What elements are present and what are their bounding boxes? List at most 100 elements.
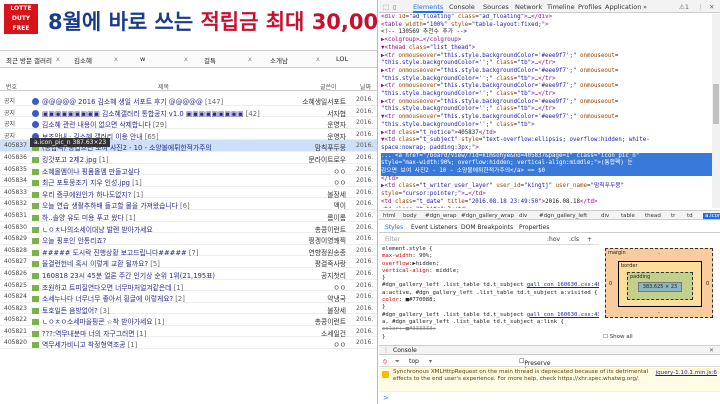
dom-node-selected[interactable]: style="max-width:90%; overflow:hidden; v…	[381, 160, 712, 169]
style-rule-line[interactable]: max-width: 90%;	[382, 253, 599, 260]
style-rule-line[interactable]: vertical-align: middle;	[382, 268, 599, 275]
style-rule-line[interactable]: }	[382, 334, 599, 341]
post-subject-link[interactable]: 김소혜 관련 내용이 없으면 삭제합니다 [29]	[32, 119, 282, 129]
post-writer[interactable]: 서자협	[288, 108, 346, 118]
breadcrumb-item[interactable]: div	[601, 213, 609, 219]
more-tabs-icon[interactable]: »	[643, 3, 647, 11]
dom-tree[interactable]: <div id="ad_floating" class="ad_floating…	[379, 14, 712, 208]
style-rule-line[interactable]: a, #dgn_gallery_left .list_table td.t_su…	[382, 319, 599, 326]
recent-item-5[interactable]: LOL	[336, 55, 348, 63]
add-rule-icon[interactable]: +	[587, 236, 592, 243]
post-writer[interactable]: 총콩이런트	[288, 316, 346, 326]
breadcrumb-item[interactable]: a.icon_pic_n	[703, 213, 720, 219]
styles-filter-input[interactable]: Filter	[385, 236, 400, 243]
table-row[interactable]: 405831 하..솔양 유도 미용 푸고 왔다 [1] 롬이롬 2016.	[0, 210, 377, 222]
post-subject-link[interactable]: 소세누나다 너무너무 좋아서 횡글에 이렇게요? [2]	[32, 293, 282, 303]
show-all-checkbox[interactable]: ☐ Show all	[603, 334, 633, 340]
dom-node-line[interactable]: "this.style.backgroundColor='';" class="…	[381, 91, 712, 99]
dom-node-line[interactable]: space:nowrap; padding:3px;">	[381, 145, 712, 153]
breadcrumb-item[interactable]: body	[403, 213, 417, 219]
breadcrumb-item[interactable]: div	[519, 213, 527, 219]
breadcrumb-item[interactable]: table	[621, 213, 635, 219]
recent-item-1[interactable]: 김소혜	[74, 55, 92, 65]
post-subject-link[interactable]: 조원하고 트피질연다오면 너무마처얼겨같은데 [1]	[32, 282, 282, 292]
table-row[interactable]: 405834 최근 포토뭉조기 지우 인성.jpg [1] ㅇㅇ 2016.	[0, 175, 377, 187]
close-icon[interactable]: x	[248, 55, 252, 63]
preserve-log-checkbox[interactable]: ☐ Preserve log	[519, 358, 550, 374]
table-row[interactable]: 405822 ㄴㅇㅊㅇ소세마을핑콘 ☆착 받아가세요 [1] 총콩이런트 2016.	[0, 314, 377, 326]
clear-console-icon[interactable]: ⦸	[383, 358, 387, 366]
post-writer[interactable]: ㅇㅇ	[288, 177, 346, 187]
styles-filter[interactable]: Filter :hov .cls +	[379, 234, 599, 245]
dom-node-line[interactable]: style="cursor:pointer;">…</td>	[381, 191, 712, 199]
style-rule-line[interactable]: overflow:▶hidden;	[382, 261, 599, 268]
table-row[interactable]: 공지 @@@@@ 2016 김소혜 생일 서포트 후기 @@@@@ [147] 소혜…	[0, 94, 377, 106]
dom-node-line[interactable]: <div id="ad_floating" class="ad_floating…	[381, 14, 712, 22]
ad-banner[interactable]: LOTTE DUTY FREE 8월에 바로 쓰는 적립금 최대 30,000원	[0, 0, 377, 48]
hov-toggle[interactable]: :hov	[547, 236, 560, 243]
tab-styles[interactable]: Styles	[385, 224, 403, 231]
warning-count-icon[interactable]: ⚠1	[679, 3, 689, 11]
tab-network[interactable]: Network	[515, 3, 542, 11]
recent-item-3[interactable]: 걸톡	[204, 55, 216, 65]
table-row[interactable]: 405827 울결런헌네 혹시 이렇게 교환 될까요? [5] 평결죽사랑 2016.	[0, 256, 377, 268]
dom-node-line[interactable]: ▶<td class="t_writer user_layer" user_id…	[381, 183, 712, 191]
table-row[interactable]: 405828 ##### 도시락 진행상황 보고드립니다##### [7] 연향정원…	[0, 245, 377, 257]
dom-node-line[interactable]: <!-- 130569 추천수 추가 -->	[381, 29, 712, 37]
recent-item-4[interactable]: 소개남	[270, 55, 288, 65]
post-subject-link[interactable]: 오늘 핑포인 안통리죠?	[32, 235, 282, 245]
style-rule-line[interactable]: color: ■#333333;	[382, 326, 599, 333]
table-row[interactable]: 405833 우리 증쿠에원인가 하나도없지? [1] 볼장세 2016.	[0, 187, 377, 199]
device-icon[interactable]: ▯	[393, 3, 397, 11]
style-rule-line[interactable]: color: ■#770088;	[382, 297, 599, 304]
close-icon[interactable]: x	[316, 55, 320, 63]
table-row[interactable]: 공지 ▣▣▣▣▣▣▣▣▣ 김소혜갤러리 통합공지 v1.0 ▣▣▣▣▣▣▣▣▣ […	[0, 106, 377, 118]
tab-dom-breakpoints[interactable]: DOM Breakpoints	[461, 224, 513, 231]
post-subject-link[interactable]: 역무세가비니고 착정형역조공 [1]	[32, 339, 282, 349]
post-writer[interactable]: 약냉국	[288, 293, 346, 303]
post-writer[interactable]: 볼장세	[288, 189, 346, 199]
post-writer[interactable]: 찡겡이영쾌찍	[288, 235, 346, 245]
cls-toggle[interactable]: .cls	[569, 236, 579, 243]
post-subject-link[interactable]: ???:역무내분마 너의 자구그러면 [1]	[32, 328, 282, 338]
tab-timeline[interactable]: Timeline	[547, 3, 575, 11]
dom-node-line[interactable]: ▶<td class="t_notice">405837</td>	[381, 130, 712, 138]
scrollbar-thumb[interactable]	[713, 84, 719, 124]
dom-node-line[interactable]: ▼<thead class="list_thead">	[381, 45, 712, 53]
post-subject-link[interactable]: 우리 증쿠에원인가 하나도없지? [1]	[32, 189, 282, 199]
breadcrumb-item[interactable]: thead	[645, 213, 661, 219]
style-rule-line[interactable]: }	[382, 275, 599, 282]
close-icon[interactable]: ✕	[709, 3, 714, 11]
styles-pane[interactable]: element.style { max-width: 90%; overflow…	[379, 246, 599, 341]
inspect-icon[interactable]: ⬚	[383, 3, 389, 11]
dom-scrollbar[interactable]	[712, 14, 720, 208]
table-row[interactable]: 405823 토호일든 음방없어? [3] 볼장세 2016.	[0, 303, 377, 315]
table-row[interactable]: 405825 조원하고 트피질연다오면 너무마처얼겨같은데 [1] ㅇㅇ 2016.	[0, 280, 377, 292]
style-rule-line[interactable]: }	[382, 304, 599, 311]
post-writer[interactable]: ㅇㅇ	[288, 282, 346, 292]
close-icon[interactable]: ✕	[709, 347, 714, 354]
tab-console-drawer[interactable]: Console	[393, 347, 417, 354]
filter-icon[interactable]: ⏷	[395, 358, 400, 366]
post-writer[interactable]: 볼장세	[288, 305, 346, 315]
dom-node-selected[interactable]: 감으면 보여 사진2 - 10 - 소양볼에튀한적가주의</a> == $0	[381, 168, 712, 176]
post-writer[interactable]: 문라이트로우	[288, 154, 346, 164]
post-writer[interactable]: ㅇㅇ	[288, 166, 346, 176]
dom-node-line[interactable]: "this.style.backgroundColor='';" class="…	[381, 122, 712, 130]
breadcrumb-item[interactable]: #dgn_wrap	[425, 213, 456, 219]
close-icon[interactable]: x	[114, 55, 118, 63]
post-writer[interactable]: ㅇㅇ	[288, 339, 346, 349]
post-subject-link[interactable]: ㄴㅇㅊ나의소세이대냥 발렌 받아가세요	[32, 224, 282, 234]
post-writer[interactable]: 맥이	[288, 200, 346, 210]
tab-properties[interactable]: Properties	[519, 224, 549, 231]
post-writer[interactable]: 평결죽사랑	[288, 258, 346, 268]
post-writer[interactable]: 운영자	[288, 131, 346, 141]
post-writer[interactable]: 소혜생일서포트	[288, 96, 346, 106]
table-row[interactable]: 405821 ???:역무내분마 너의 자구그러면 [1] 소세일건 2016.	[0, 326, 377, 338]
post-subject-link[interactable]: 최근 포토뭉조기 지우 인성.jpg [1]	[32, 177, 282, 187]
table-row[interactable]: 공지 김소혜 관련 내용이 없으면 삭제합니다 [29] 운영자 2016.	[0, 117, 377, 129]
post-writer[interactable]: 맘칙푸두뭉	[288, 142, 346, 152]
style-rule-line[interactable]: #dgn_gallery_left .list_table td.t_subje…	[382, 282, 599, 289]
dom-node-line[interactable]: "this.style.backgroundColor='';" class="…	[381, 106, 712, 114]
post-subject-link[interactable]: 160818 23시 45분 얼론 주간 인기상 순위 1위(21,195표)	[32, 270, 282, 280]
